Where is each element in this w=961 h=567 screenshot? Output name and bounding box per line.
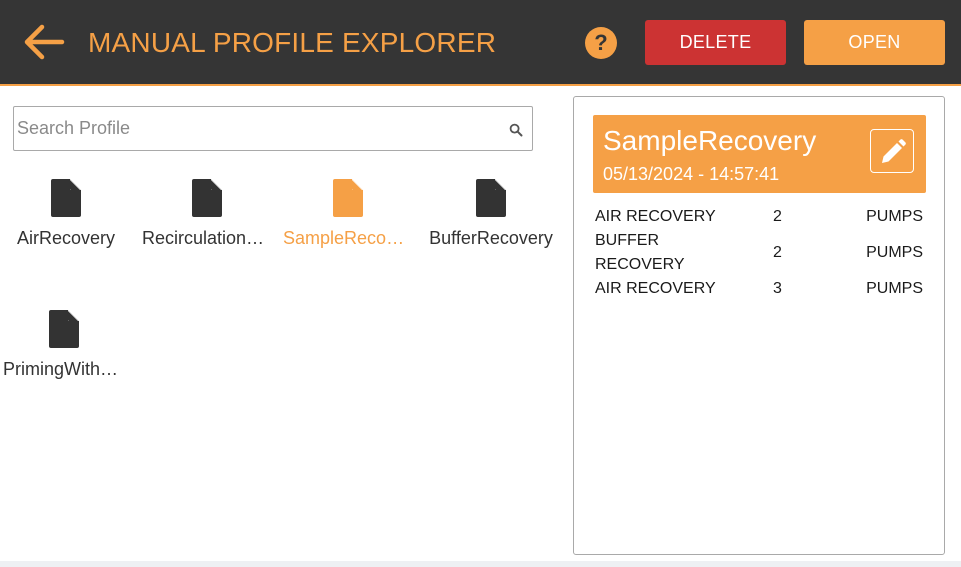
profile-name: SampleRecovery [603,125,817,156]
profile-steps-list: AIR RECOVERY 2 PUMPS BUFFER RECOVERY 2 P… [595,205,925,301]
step-row: AIR RECOVERY 3 PUMPS [595,277,925,301]
edit-profile-button[interactable] [870,129,914,173]
profile-details-panel: SampleRecovery 05/13/2024 - 14:57:41 AIR… [573,96,945,555]
file-item-buffer-recovery[interactable]: BufferRecovery [426,179,556,249]
page-title: MANUAL PROFILE EXPLORER [88,27,497,58]
file-icon [333,179,363,217]
bottom-bar [0,561,961,567]
file-label: PrimingWithMedia [3,359,125,379]
file-icon [476,179,506,217]
step-name: BUFFER RECOVERY [595,232,685,273]
step-unit: PUMPS [866,208,923,225]
step-unit: PUMPS [866,280,923,297]
step-name: AIR RECOVERY [595,280,716,297]
step-count: 2 [773,244,782,261]
file-icon [192,179,222,217]
file-label: AirRecovery [16,228,116,248]
file-label: SampleRecovery [283,228,413,248]
file-item-priming[interactable]: PrimingWithMedia [0,310,129,380]
step-name: AIR RECOVERY [595,208,716,225]
file-item-recirculation[interactable]: RecirculationWithMedia [142,179,272,249]
delete-button[interactable]: DELETE [645,20,786,65]
step-row: BUFFER RECOVERY 2 PUMPS [595,229,925,277]
app-header: MANUAL PROFILE EXPLORER ? DELETE OPEN [0,0,961,86]
file-label: BufferRecovery [429,228,553,248]
step-unit: PUMPS [866,244,923,261]
step-count: 3 [773,280,782,297]
file-label: RecirculationWithMedia [142,228,272,248]
file-icon [49,310,79,348]
help-button[interactable]: ? [585,27,617,59]
file-item-sample-recovery[interactable]: SampleRecovery [283,179,413,249]
step-count: 2 [773,208,782,225]
pencil-icon [882,139,906,163]
question-icon: ? [594,30,608,55]
search-input[interactable] [17,107,497,150]
profile-datetime: 05/13/2024 - 14:57:41 [603,164,780,184]
step-row: AIR RECOVERY 2 PUMPS [595,205,925,229]
search-icon[interactable] [509,123,523,137]
profile-header-card: SampleRecovery 05/13/2024 - 14:57:41 [593,115,926,193]
open-button[interactable]: OPEN [804,20,945,65]
file-item-air-recovery[interactable]: AirRecovery [1,179,131,249]
search-box [13,106,533,151]
file-icon [51,179,81,217]
arrow-left-icon [24,24,65,60]
back-button[interactable] [22,24,66,60]
